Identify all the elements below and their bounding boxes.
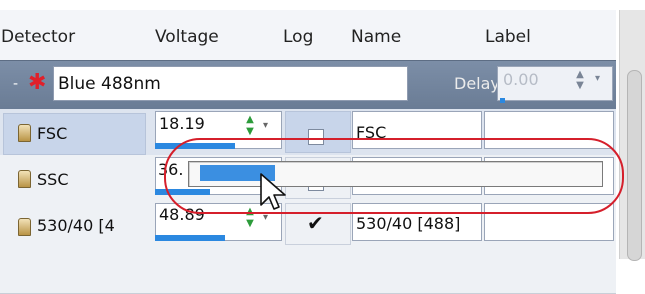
detector-icon bbox=[18, 170, 31, 188]
voltage-spinner-icon[interactable]: ▲ ▼ bbox=[240, 114, 260, 140]
name-value: 530/40 [488] bbox=[356, 214, 461, 233]
header-name: Name bbox=[351, 27, 402, 47]
scrollbar-thumb[interactable] bbox=[627, 70, 642, 261]
header-label: Label bbox=[485, 27, 531, 47]
detector-label: SSC bbox=[37, 170, 69, 189]
table-row[interactable] bbox=[0, 247, 616, 294]
delay-spinner-icon[interactable]: ▲ ▼ bbox=[567, 69, 593, 93]
header-voltage: Voltage bbox=[155, 27, 219, 47]
delay-value: 0.00 bbox=[503, 70, 539, 89]
mouse-cursor-icon bbox=[260, 173, 286, 210]
collapse-toggle[interactable]: - bbox=[13, 76, 18, 92]
detector-label: 530/40 [4 bbox=[37, 216, 115, 235]
delay-dropdown-icon[interactable]: ▾ bbox=[595, 73, 600, 84]
voltage-dropdown-icon[interactable]: ▾ bbox=[263, 120, 268, 131]
voltage-progress-bar bbox=[155, 235, 225, 241]
header-detector: Detector bbox=[1, 27, 76, 47]
header-log: Log bbox=[283, 27, 314, 47]
log-checked-icon[interactable]: ✔ bbox=[307, 211, 324, 235]
laser-name-text: Blue 488nm bbox=[58, 74, 161, 94]
detector-icon bbox=[18, 124, 31, 142]
delay-progress-bar bbox=[500, 98, 505, 103]
voltage-value: 18.19 bbox=[159, 114, 205, 133]
detector-grid-window: Detector Voltage Log Name Label - ✱ Blue… bbox=[0, 0, 645, 294]
detector-icon bbox=[18, 218, 31, 236]
laser-star-icon: ✱ bbox=[28, 70, 47, 95]
annotation-highlight bbox=[164, 138, 624, 214]
detector-label: FSC bbox=[37, 124, 68, 143]
